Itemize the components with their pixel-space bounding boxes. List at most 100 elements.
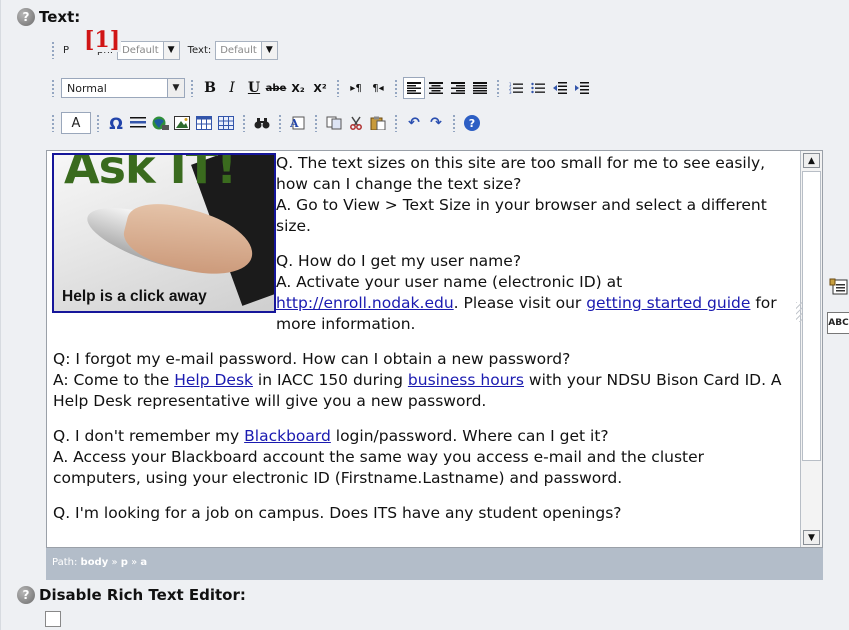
disable-editor-label: Disable Rich Text Editor: [39, 586, 246, 604]
toolbar-grip[interactable] [51, 114, 55, 132]
align-justify-button[interactable] [469, 77, 491, 99]
toolbar-grip[interactable] [51, 79, 55, 97]
faq-answer-text: A. Activate your user name (electronic I… [276, 273, 623, 291]
superscript-button[interactable]: X² [309, 77, 331, 99]
chevron-down-icon: ▼ [167, 79, 184, 97]
insert-image-button[interactable] [171, 112, 193, 134]
edit-source-icon[interactable] [827, 276, 849, 298]
paragraph-select[interactable]: Default ▼ [117, 40, 180, 60]
italic-button[interactable]: I [221, 77, 243, 99]
resize-grip[interactable] [796, 302, 802, 322]
faq-question: Q. How do I get my user name? [276, 252, 522, 270]
scroll-thumb[interactable] [802, 171, 821, 461]
horizontal-rule-icon [130, 117, 146, 128]
format-select[interactable]: Normal ▼ [61, 78, 185, 98]
ltr-button[interactable]: ▸¶ [345, 77, 367, 99]
outdent-button[interactable] [549, 77, 571, 99]
text-field-label: Text: [39, 8, 81, 26]
cut-button[interactable] [345, 112, 367, 134]
path-separator: » [111, 557, 118, 568]
faq-paragraph: Q. I don't remember my Blackboard login/… [53, 426, 794, 489]
find-replace-button[interactable] [251, 112, 273, 134]
separator [496, 79, 500, 97]
style-props-icon: A [290, 116, 305, 130]
faq-answer-text: . Please visit our [453, 294, 587, 312]
svg-text:3: 3 [509, 90, 512, 94]
insert-table-button[interactable] [193, 112, 215, 134]
separator [314, 114, 318, 132]
image-title: Ask IT! [64, 153, 237, 194]
unordered-list-button[interactable] [527, 77, 549, 99]
annotation-marker: [1] [83, 27, 122, 53]
indent-icon [575, 82, 589, 94]
format-select-value: Normal [67, 81, 107, 95]
align-right-button[interactable] [447, 77, 469, 99]
path-item-a[interactable]: a [140, 557, 147, 568]
disable-editor-checkbox[interactable] [45, 611, 61, 627]
faq-answer: A. Access your Blackboard account the sa… [53, 448, 705, 487]
text-style-label: Text: [187, 44, 212, 56]
paste-button[interactable] [367, 112, 389, 134]
separator [336, 79, 340, 97]
ordered-list-button[interactable]: 123 [505, 77, 527, 99]
globe-link-icon [152, 116, 169, 130]
underline-button[interactable]: U [243, 77, 265, 99]
rich-text-editor[interactable]: Ask IT! Help is a click away Q. The text… [46, 150, 823, 548]
business-hours-link[interactable]: business hours [408, 371, 524, 389]
align-left-button[interactable] [403, 77, 425, 99]
toolbar-row-3: A Ω A ↶ ↷ ? [51, 110, 483, 136]
indent-button[interactable] [571, 77, 593, 99]
faq-answer: A. Go to View > Text Size in your browse… [276, 196, 767, 235]
spellcheck-label: ABC [828, 318, 849, 328]
text-style-select[interactable]: Default ▼ [215, 40, 278, 60]
copy-icon [326, 116, 342, 130]
copy-button[interactable] [323, 112, 345, 134]
separator [278, 114, 282, 132]
scroll-up-button[interactable]: ▲ [803, 153, 820, 168]
help-icon[interactable]: ? [17, 8, 35, 26]
faq-answer-text: in IACC 150 during [253, 371, 408, 389]
help-desk-link[interactable]: Help Desk [174, 371, 253, 389]
rtl-button[interactable]: ¶◂ [367, 77, 389, 99]
faq-question-text: Q. I don't remember my [53, 427, 245, 445]
table-properties-icon [218, 116, 234, 130]
subscript-button[interactable]: X₂ [287, 77, 309, 99]
align-right-icon [451, 82, 465, 94]
outdent-icon [553, 82, 567, 94]
separator [394, 114, 398, 132]
font-color-button[interactable]: A [61, 112, 91, 134]
path-item-p[interactable]: p [121, 557, 128, 568]
redo-button[interactable]: ↷ [425, 112, 447, 134]
path-item-body[interactable]: body [81, 557, 109, 568]
enroll-link[interactable]: http://enroll.nodak.edu [276, 294, 454, 312]
scroll-down-button[interactable]: ▼ [803, 530, 820, 545]
paragraph-select-value: Default [122, 44, 159, 56]
path-bar: Path: body » p » a [46, 548, 823, 580]
separator [394, 79, 398, 97]
strikethrough-button[interactable]: abe [265, 77, 287, 99]
binoculars-icon [254, 118, 270, 129]
help-icon[interactable]: ? [17, 586, 35, 604]
spellcheck-icon[interactable]: ABC [827, 312, 849, 334]
help-button[interactable]: ? [461, 112, 483, 134]
ordered-list-icon: 123 [509, 82, 523, 94]
align-center-icon [429, 82, 443, 94]
help-icon: ? [464, 115, 480, 131]
undo-button[interactable]: ↶ [403, 112, 425, 134]
blackboard-link[interactable]: Blackboard [244, 427, 331, 445]
horizontal-rule-button[interactable] [127, 112, 149, 134]
editor-content[interactable]: Ask IT! Help is a click away Q. The text… [47, 151, 800, 547]
insert-link-button[interactable] [149, 112, 171, 134]
faq-question-text: login/password. Where can I get it? [330, 427, 609, 445]
faq-question: Q: I forgot my e-mail password. How can … [53, 350, 571, 368]
getting-started-link[interactable]: getting started guide [586, 294, 750, 312]
toolbar-grip[interactable] [51, 41, 55, 59]
separator [190, 79, 194, 97]
vertical-scrollbar[interactable]: ▲ ▼ [800, 151, 822, 547]
ask-it-image[interactable]: Ask IT! Help is a click away [52, 153, 276, 313]
table-properties-button[interactable] [215, 112, 237, 134]
bold-button[interactable]: B [199, 77, 221, 99]
special-char-button[interactable]: Ω [105, 112, 127, 134]
align-center-button[interactable] [425, 77, 447, 99]
style-props-button[interactable]: A [287, 112, 309, 134]
